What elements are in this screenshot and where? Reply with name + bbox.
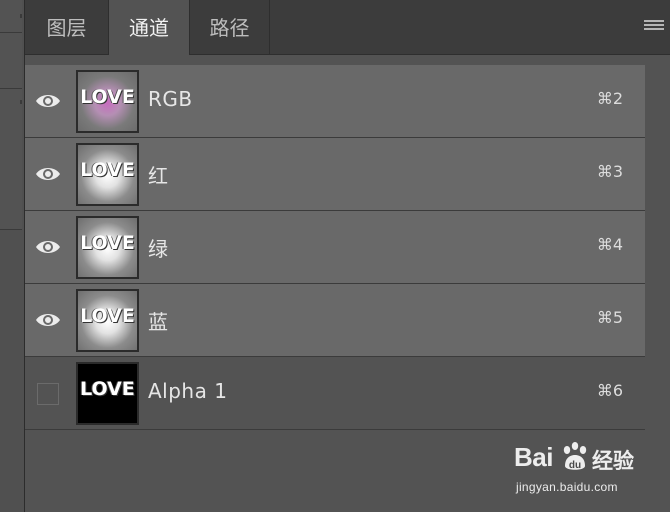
channel-shortcut: ⌘6	[596, 381, 623, 400]
eye-icon[interactable]	[35, 236, 61, 258]
thumbnail-love-text: LOVE	[80, 378, 135, 400]
channel-row-alpha-1[interactable]: LOVE Alpha 1 ⌘6	[25, 357, 645, 430]
visibility-toggle-empty[interactable]	[37, 383, 59, 405]
channel-thumbnail[interactable]: LOVE	[76, 70, 139, 133]
thumbnail-love-text: LOVE	[80, 159, 135, 181]
adjacent-panel-segment	[0, 89, 22, 230]
channel-shortcut: ⌘2	[596, 89, 623, 108]
channel-name: 红	[148, 164, 169, 188]
channel-shortcut: ⌘3	[596, 162, 623, 181]
tab-paths[interactable]: 路径	[190, 0, 270, 54]
channel-row-rgb[interactable]: LOVE RGB ⌘2	[25, 65, 645, 138]
channel-shortcut: ⌘4	[596, 235, 623, 254]
adjacent-panel-tick	[20, 100, 22, 104]
tab-layers[interactable]: 图层	[25, 0, 109, 54]
channels-panel-window: 图层 通道 路径 LOVE RGB ⌘2 LOVE 红 ⌘3 LOVE 绿 ⌘4…	[0, 0, 670, 512]
eye-icon[interactable]	[35, 309, 61, 331]
paw-logo-icon: du	[558, 440, 592, 474]
channel-thumbnail[interactable]: LOVE	[76, 216, 139, 279]
baidu-jingyan-watermark: Bai du 经验 jingyan.baidu.com	[514, 440, 664, 500]
channel-row-blue[interactable]: LOVE 蓝 ⌘5	[25, 284, 645, 357]
hamburger-menu-icon[interactable]	[644, 20, 664, 34]
adjacent-panel-edge	[0, 0, 25, 512]
channel-thumbnail[interactable]: LOVE	[76, 143, 139, 206]
channel-name: RGB	[148, 87, 193, 111]
channel-row-red[interactable]: LOVE 红 ⌘3	[25, 138, 645, 211]
thumbnail-love-text: LOVE	[80, 305, 135, 327]
watermark-url: jingyan.baidu.com	[516, 480, 618, 494]
channel-name: 绿	[148, 237, 169, 261]
channel-thumbnail[interactable]: LOVE	[76, 289, 139, 352]
eye-icon[interactable]	[35, 163, 61, 185]
adjacent-panel-segment	[0, 0, 22, 33]
adjacent-panel-tick	[20, 14, 22, 18]
svg-text:du: du	[569, 460, 581, 471]
thumbnail-love-text: LOVE	[80, 232, 135, 254]
adjacent-panel-segment	[0, 33, 22, 89]
channel-name: Alpha 1	[148, 379, 228, 403]
panel-tab-bar: 图层 通道 路径	[25, 0, 670, 56]
watermark-cn-text: 经验	[592, 449, 634, 473]
channel-row-green[interactable]: LOVE 绿 ⌘4	[25, 211, 645, 284]
channel-name: 蓝	[148, 310, 169, 334]
channel-thumbnail[interactable]: LOVE	[76, 362, 139, 425]
thumbnail-love-text: LOVE	[80, 86, 135, 108]
channel-shortcut: ⌘5	[596, 308, 623, 327]
tab-channels[interactable]: 通道	[109, 0, 190, 56]
eye-icon[interactable]	[35, 90, 61, 112]
watermark-logo-text: Bai	[514, 442, 553, 472]
